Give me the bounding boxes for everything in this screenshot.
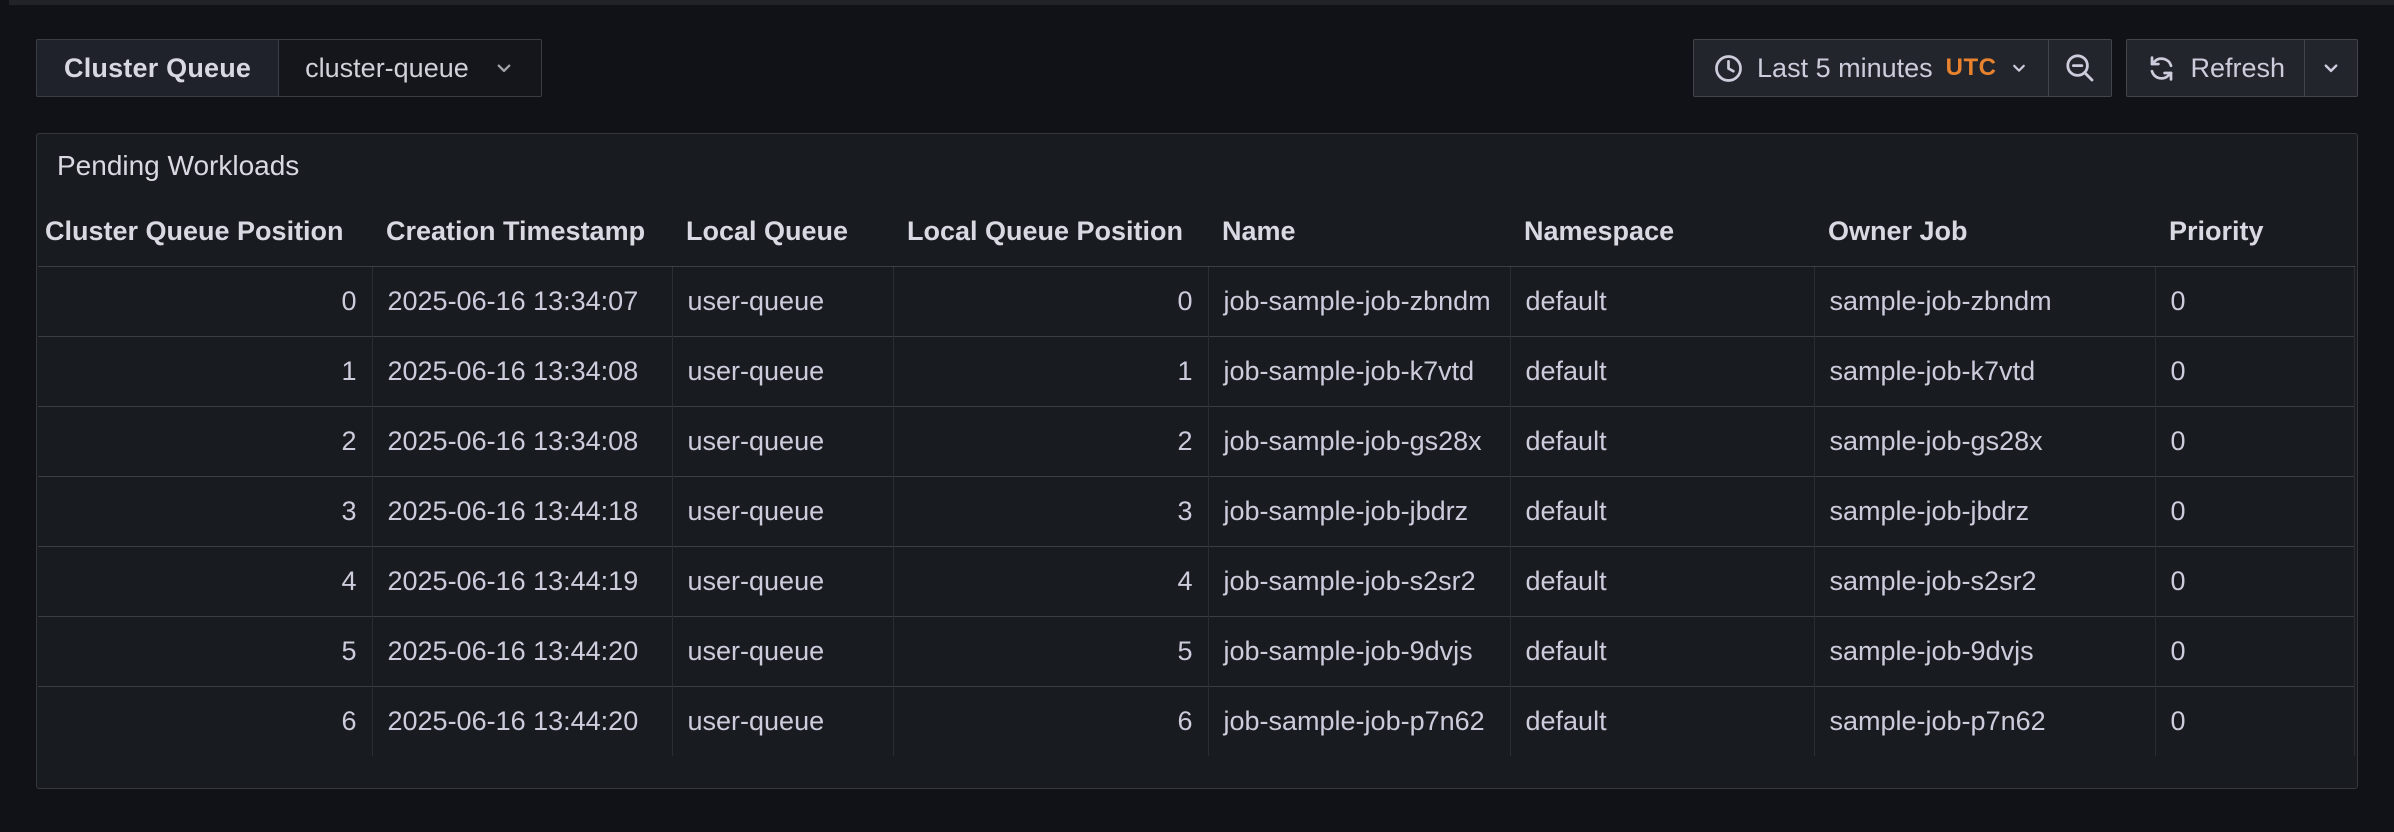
column-header-creation-timestamp[interactable]: Creation Timestamp xyxy=(372,198,672,266)
time-range-group: Last 5 minutes UTC xyxy=(1693,39,2112,97)
cell-owner-job: sample-job-zbndm xyxy=(1814,266,2155,336)
cell-local-queue: user-queue xyxy=(672,616,893,686)
cell-cluster-queue-position: 0 xyxy=(38,266,372,336)
cell-cluster-queue-position: 1 xyxy=(38,336,372,406)
table-header-row: Cluster Queue Position Creation Timestam… xyxy=(38,198,2354,266)
column-header-local-queue-position[interactable]: Local Queue Position xyxy=(893,198,1208,266)
pending-workloads-panel: Pending Workloads Cluster Queue Position… xyxy=(36,133,2358,789)
sync-icon xyxy=(2146,53,2177,84)
cell-local-queue: user-queue xyxy=(672,476,893,546)
cell-owner-job: sample-job-jbdrz xyxy=(1814,476,2155,546)
panel-title: Pending Workloads xyxy=(37,150,2357,198)
magnifier-minus-icon xyxy=(2064,52,2096,84)
cell-priority: 0 xyxy=(2155,476,2354,546)
table-row: 5 2025-06-16 13:44:20 user-queue 5 job-s… xyxy=(38,616,2354,686)
refresh-interval-dropdown[interactable] xyxy=(2304,40,2357,96)
cell-owner-job: sample-job-k7vtd xyxy=(1814,336,2155,406)
cell-name: job-sample-job-k7vtd xyxy=(1208,336,1510,406)
time-range-label: Last 5 minutes xyxy=(1757,53,1933,84)
dashboard-toolbar: Cluster Queue cluster-queue Last 5 minut… xyxy=(36,39,2358,97)
cell-local-queue-position: 6 xyxy=(893,686,1208,756)
cell-local-queue: user-queue xyxy=(672,546,893,616)
cell-creation-timestamp: 2025-06-16 13:44:19 xyxy=(372,546,672,616)
column-header-cluster-queue-position[interactable]: Cluster Queue Position xyxy=(38,198,372,266)
cell-cluster-queue-position: 4 xyxy=(38,546,372,616)
variable-picker: Cluster Queue cluster-queue xyxy=(36,39,542,97)
cell-name: job-sample-job-p7n62 xyxy=(1208,686,1510,756)
cell-cluster-queue-position: 3 xyxy=(38,476,372,546)
cell-priority: 0 xyxy=(2155,406,2354,476)
cell-namespace: default xyxy=(1510,266,1814,336)
variable-label: Cluster Queue xyxy=(36,39,278,97)
table-row: 3 2025-06-16 13:44:18 user-queue 3 job-s… xyxy=(38,476,2354,546)
pending-workloads-table: Cluster Queue Position Creation Timestam… xyxy=(38,198,2355,756)
cell-name: job-sample-job-gs28x xyxy=(1208,406,1510,476)
column-header-local-queue[interactable]: Local Queue xyxy=(672,198,893,266)
cell-cluster-queue-position: 6 xyxy=(38,686,372,756)
cell-local-queue-position: 5 xyxy=(893,616,1208,686)
cell-creation-timestamp: 2025-06-16 13:44:20 xyxy=(372,686,672,756)
chevron-down-icon xyxy=(2009,58,2029,78)
cell-local-queue: user-queue xyxy=(672,266,893,336)
cell-local-queue-position: 2 xyxy=(893,406,1208,476)
column-header-name[interactable]: Name xyxy=(1208,198,1510,266)
cell-creation-timestamp: 2025-06-16 13:44:18 xyxy=(372,476,672,546)
cell-local-queue-position: 4 xyxy=(893,546,1208,616)
cell-name: job-sample-job-jbdrz xyxy=(1208,476,1510,546)
cell-priority: 0 xyxy=(2155,686,2354,756)
cell-namespace: default xyxy=(1510,406,1814,476)
cell-local-queue-position: 3 xyxy=(893,476,1208,546)
cell-name: job-sample-job-s2sr2 xyxy=(1208,546,1510,616)
clock-icon xyxy=(1713,53,1744,84)
window-top-divider xyxy=(9,0,2394,5)
zoom-out-button[interactable] xyxy=(2048,40,2111,96)
cell-namespace: default xyxy=(1510,616,1814,686)
cell-creation-timestamp: 2025-06-16 13:34:08 xyxy=(372,336,672,406)
cell-namespace: default xyxy=(1510,686,1814,756)
column-header-owner-job[interactable]: Owner Job xyxy=(1814,198,2155,266)
cell-local-queue: user-queue xyxy=(672,336,893,406)
chevron-down-icon xyxy=(493,57,515,79)
cell-namespace: default xyxy=(1510,336,1814,406)
table-row: 0 2025-06-16 13:34:07 user-queue 0 job-s… xyxy=(38,266,2354,336)
cell-priority: 0 xyxy=(2155,546,2354,616)
cell-priority: 0 xyxy=(2155,336,2354,406)
cell-owner-job: sample-job-s2sr2 xyxy=(1814,546,2155,616)
cell-namespace: default xyxy=(1510,546,1814,616)
column-header-priority[interactable]: Priority xyxy=(2155,198,2354,266)
cell-owner-job: sample-job-gs28x xyxy=(1814,406,2155,476)
cell-local-queue: user-queue xyxy=(672,406,893,476)
table-row: 6 2025-06-16 13:44:20 user-queue 6 job-s… xyxy=(38,686,2354,756)
variable-selected-value: cluster-queue xyxy=(305,53,469,84)
time-range-button[interactable]: Last 5 minutes UTC xyxy=(1694,40,2048,96)
time-controls: Last 5 minutes UTC xyxy=(1693,39,2358,97)
timezone-badge: UTC xyxy=(1946,54,1997,82)
chevron-down-icon xyxy=(2320,57,2342,79)
cell-name: job-sample-job-zbndm xyxy=(1208,266,1510,336)
cell-priority: 0 xyxy=(2155,616,2354,686)
cell-creation-timestamp: 2025-06-16 13:34:08 xyxy=(372,406,672,476)
refresh-button[interactable]: Refresh xyxy=(2127,40,2304,96)
cell-local-queue-position: 0 xyxy=(893,266,1208,336)
table-row: 1 2025-06-16 13:34:08 user-queue 1 job-s… xyxy=(38,336,2354,406)
refresh-group: Refresh xyxy=(2126,39,2358,97)
cell-cluster-queue-position: 5 xyxy=(38,616,372,686)
cell-creation-timestamp: 2025-06-16 13:44:20 xyxy=(372,616,672,686)
variable-value-dropdown[interactable]: cluster-queue xyxy=(278,39,542,97)
cell-creation-timestamp: 2025-06-16 13:34:07 xyxy=(372,266,672,336)
cell-local-queue-position: 1 xyxy=(893,336,1208,406)
cell-local-queue: user-queue xyxy=(672,686,893,756)
cell-priority: 0 xyxy=(2155,266,2354,336)
cell-namespace: default xyxy=(1510,476,1814,546)
cell-owner-job: sample-job-p7n62 xyxy=(1814,686,2155,756)
table-row: 4 2025-06-16 13:44:19 user-queue 4 job-s… xyxy=(38,546,2354,616)
refresh-label: Refresh xyxy=(2190,53,2285,84)
cell-owner-job: sample-job-9dvjs xyxy=(1814,616,2155,686)
column-header-namespace[interactable]: Namespace xyxy=(1510,198,1814,266)
cell-name: job-sample-job-9dvjs xyxy=(1208,616,1510,686)
cell-cluster-queue-position: 2 xyxy=(38,406,372,476)
table-row: 2 2025-06-16 13:34:08 user-queue 2 job-s… xyxy=(38,406,2354,476)
